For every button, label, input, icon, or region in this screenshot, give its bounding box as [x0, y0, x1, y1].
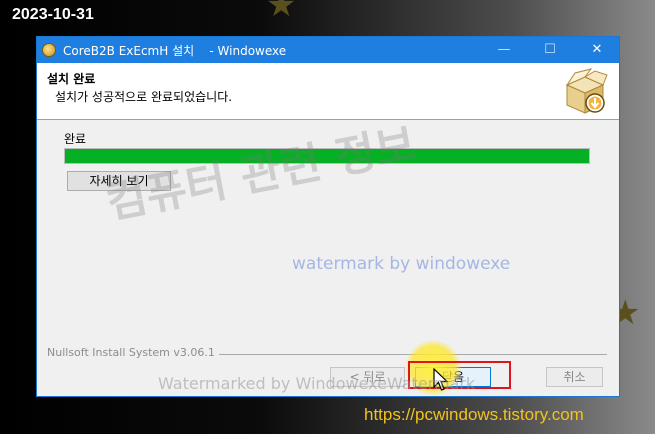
status-label: 완료 [64, 132, 87, 146]
close-window-button[interactable]: ✕ [574, 37, 620, 63]
page-title: 설치 완료 [47, 72, 96, 86]
window-title: CoreB2B ExEcmH 설치 - Windowexe [63, 44, 287, 58]
app-icon [42, 43, 56, 57]
watermark-blue: watermark by windowexe [292, 254, 511, 274]
date-label: 2023-10-31 [12, 6, 94, 23]
minimize-button[interactable]: — [481, 37, 527, 63]
header-panel: 설치 완료 설치가 성공적으로 완료되었습니다. [37, 63, 619, 120]
watermark-bottom: Watermarked by WindowexeWatermark [158, 374, 476, 393]
page-subtitle: 설치가 성공적으로 완료되었습니다. [55, 90, 233, 104]
cancel-button[interactable]: 취소 [546, 367, 603, 387]
title-bar[interactable]: CoreB2B ExEcmH 설치 - Windowexe — ☐ ✕ [37, 37, 619, 63]
blog-url: https://pcwindows.tistory.com [364, 405, 584, 424]
installer-box-icon [565, 68, 608, 114]
star-icon: ★ [266, 0, 297, 25]
maximize-button[interactable]: ☐ [527, 37, 573, 63]
branding-text: Nullsoft Install System v3.06.1 [47, 346, 215, 359]
